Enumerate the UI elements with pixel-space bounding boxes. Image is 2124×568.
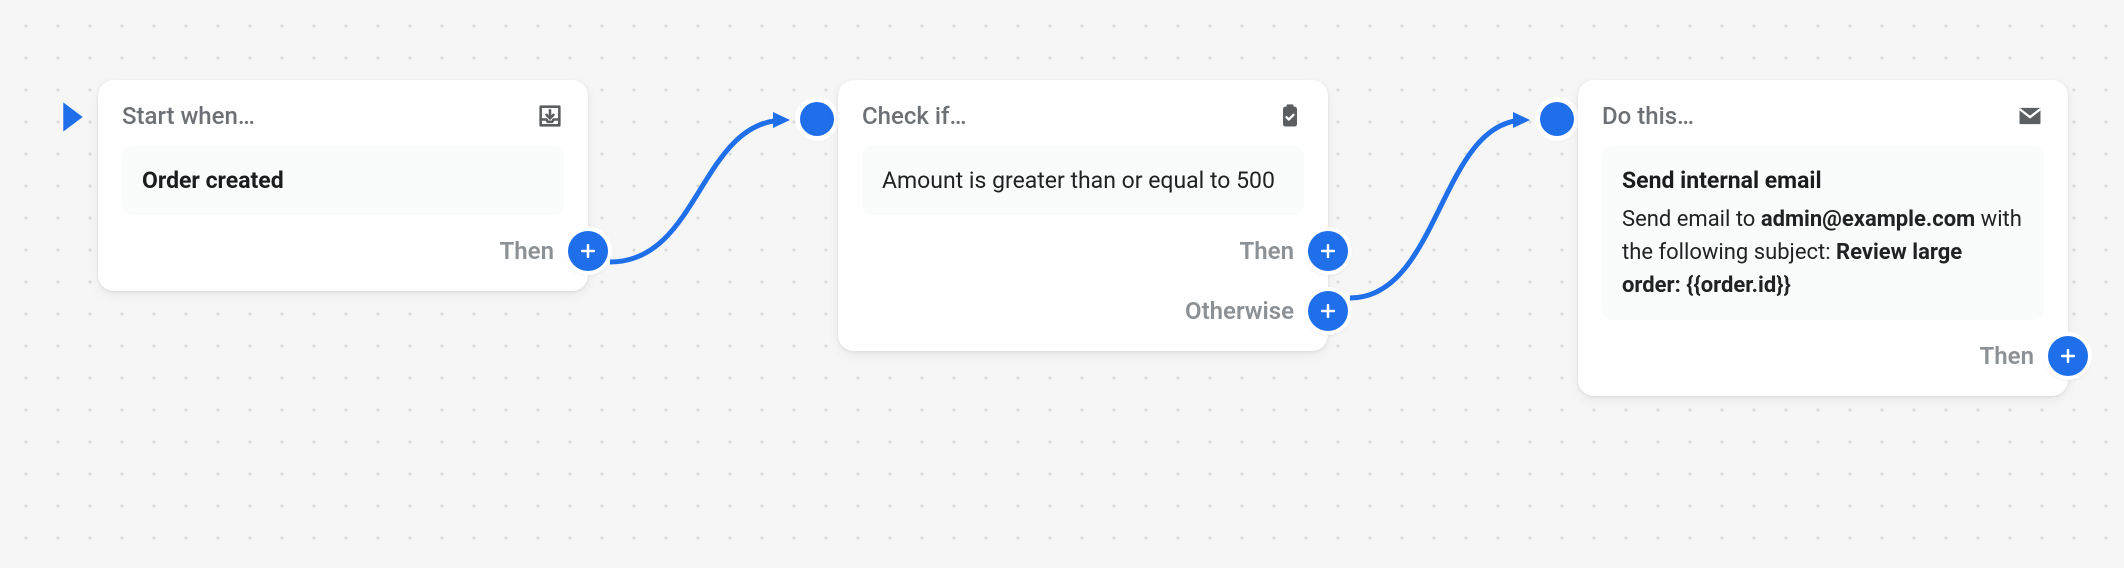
- add-step-button-otherwise[interactable]: [1308, 291, 1348, 331]
- clipboard-check-icon: [1276, 102, 1304, 130]
- action-description: Send email to admin@example.com with the…: [1622, 203, 2024, 302]
- connector-arrow: [610, 110, 820, 290]
- mail-icon: [2016, 102, 2044, 130]
- start-flag-icon: [58, 100, 88, 138]
- add-step-button[interactable]: [568, 231, 608, 271]
- condition-card[interactable]: Check if… Amount is greater than or equa…: [838, 80, 1328, 351]
- outlet-row: Then: [1602, 336, 2088, 376]
- connector-arrow: [1350, 110, 1560, 330]
- trigger-card[interactable]: Start when… Order created Then: [98, 80, 588, 291]
- action-body: Send internal email Send email to admin@…: [1602, 146, 2044, 320]
- inbox-download-icon: [536, 102, 564, 130]
- card-header-title: Check if…: [862, 102, 966, 130]
- card-header-title: Do this…: [1602, 102, 1694, 130]
- add-step-button[interactable]: [2048, 336, 2088, 376]
- card-header-title: Start when…: [122, 102, 255, 130]
- outlet-label-then: Then: [1980, 342, 2034, 370]
- add-step-button-then[interactable]: [1308, 231, 1348, 271]
- outlet-row: Then: [122, 231, 608, 271]
- outlet-label-otherwise: Otherwise: [1185, 297, 1294, 325]
- entry-dot: [800, 102, 834, 136]
- action-email: admin@example.com: [1761, 207, 1975, 232]
- outlet-row: Otherwise: [862, 291, 1348, 331]
- action-title: Send internal email: [1622, 164, 2024, 197]
- outlet-label-then: Then: [500, 237, 554, 265]
- outlet-label-then: Then: [1240, 237, 1294, 265]
- trigger-body: Order created: [122, 146, 564, 215]
- action-card[interactable]: Do this… Send internal email Send email …: [1578, 80, 2068, 396]
- entry-dot: [1540, 102, 1574, 136]
- condition-body: Amount is greater than or equal to 500: [862, 146, 1304, 215]
- outlet-row: Then: [862, 231, 1348, 271]
